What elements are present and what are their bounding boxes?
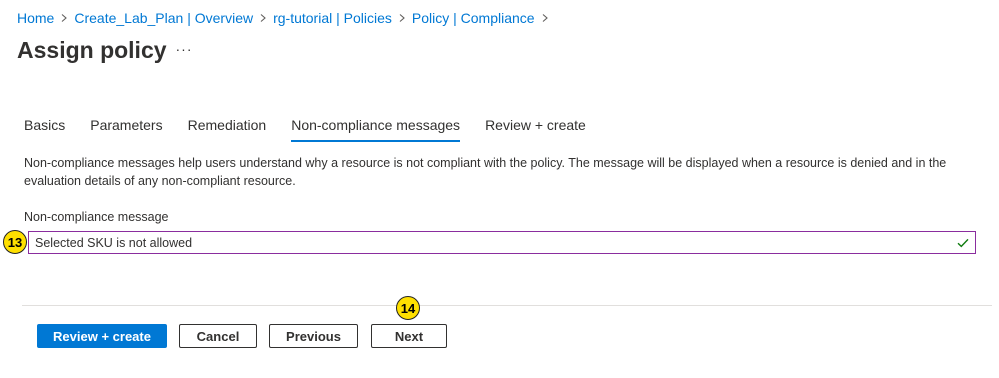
- step-13-badge: 13: [3, 230, 27, 254]
- tab-list: Basics Parameters Remediation Non-compli…: [24, 114, 611, 142]
- chevron-right-icon: [54, 14, 74, 22]
- checkmark-icon: [956, 236, 970, 250]
- breadcrumb-home[interactable]: Home: [17, 10, 54, 26]
- breadcrumb-lab-plan-overview[interactable]: Create_Lab_Plan | Overview: [74, 10, 253, 26]
- more-options-button[interactable]: ···: [174, 38, 194, 60]
- non-compliance-message-field: [28, 231, 976, 254]
- breadcrumb: Home Create_Lab_Plan | Overview rg-tutor…: [17, 9, 555, 27]
- tab-remediation[interactable]: Remediation: [188, 114, 267, 142]
- chevron-right-icon: [535, 14, 555, 22]
- breadcrumb-policy-compliance[interactable]: Policy | Compliance: [412, 10, 535, 26]
- chevron-right-icon: [253, 14, 273, 22]
- chevron-right-icon: [392, 14, 412, 22]
- tab-parameters[interactable]: Parameters: [90, 114, 162, 142]
- tab-description: Non-compliance messages help users under…: [24, 156, 947, 188]
- review-create-button[interactable]: Review + create: [37, 324, 167, 348]
- next-button[interactable]: Next: [371, 324, 447, 348]
- tab-non-compliance-messages[interactable]: Non-compliance messages: [291, 114, 460, 142]
- tab-basics[interactable]: Basics: [24, 114, 65, 142]
- page-title: Assign policy: [17, 37, 167, 63]
- cancel-button[interactable]: Cancel: [179, 324, 257, 348]
- breadcrumb-rg-policies[interactable]: rg-tutorial | Policies: [273, 10, 392, 26]
- footer-divider: [22, 305, 992, 306]
- step-14-badge: 14: [396, 296, 420, 320]
- non-compliance-message-input[interactable]: [29, 232, 956, 253]
- previous-button[interactable]: Previous: [269, 324, 358, 348]
- tab-review-create[interactable]: Review + create: [485, 114, 586, 142]
- non-compliance-message-label: Non-compliance message: [24, 210, 169, 224]
